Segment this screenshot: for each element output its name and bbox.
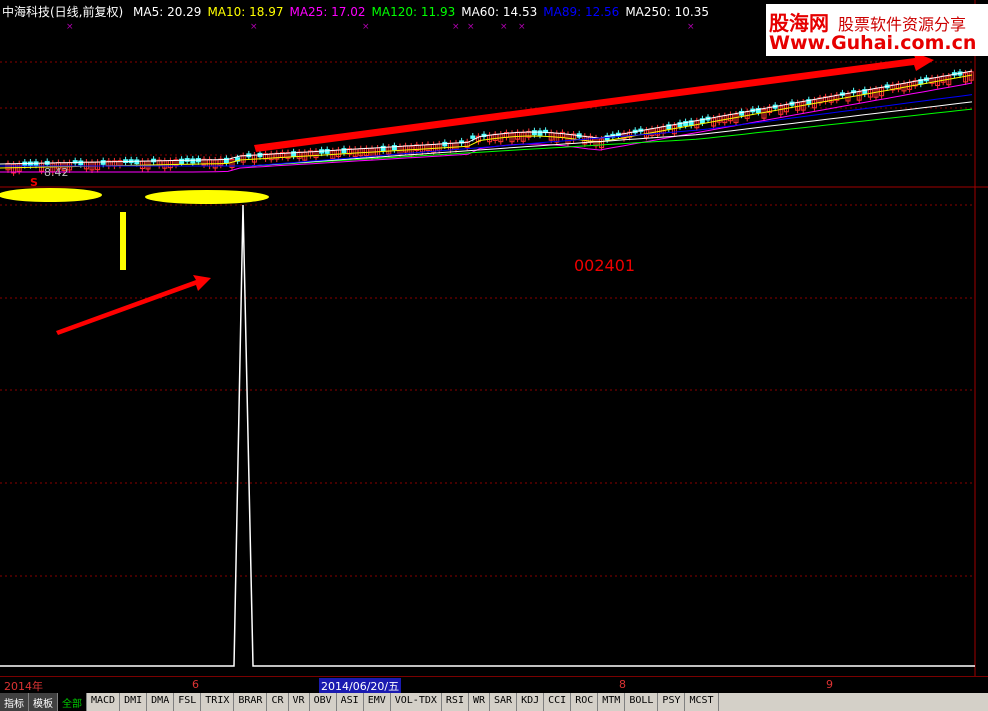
tab-mcst[interactable]: MCST: [685, 693, 719, 711]
tab-rsi[interactable]: RSI: [441, 693, 469, 711]
top-marker: ×: [362, 22, 370, 32]
date-label-month-9: 9: [826, 678, 833, 691]
indicator-panel: [0, 204, 975, 667]
tab-dmi[interactable]: DMI: [120, 693, 148, 711]
ma-item: MA89: 12.56: [543, 5, 620, 19]
guhai-logo: 股海网 股票软件资源分享 Www.Guhai.com.cn: [766, 4, 988, 56]
top-marker: ×: [250, 22, 258, 32]
tab-trix[interactable]: TRIX: [201, 693, 235, 711]
ma-legend-bar: 中海科技(日线,前复权) MA5: 20.29 MA10: 18.97 MA25: …: [2, 5, 721, 19]
top-marker: ×: [467, 22, 475, 32]
date-axis: 2014年 6 2014/06/20/五 8 9: [0, 676, 988, 694]
tab-kdj[interactable]: KDJ: [517, 693, 545, 711]
indicator-tab-bar: 指标 模板 全部 MACD DMI DMA FSL TRIX BRAR CR VR OBV ASI EMV…: [0, 693, 988, 711]
ma-item: MA250: 10.35: [625, 5, 709, 19]
tab-vol-tdx[interactable]: VOL-TDX: [390, 693, 442, 711]
tab-vr[interactable]: VR: [288, 693, 310, 711]
top-marker: ×: [66, 22, 74, 32]
indicator-spike-line: [0, 204, 975, 667]
date-label-cursor: 2014/06/20/五: [319, 678, 402, 694]
highlight-bar-vertical: [120, 212, 126, 270]
candle-body: [531, 130, 537, 136]
candle-body: [190, 158, 196, 164]
candle-body: [537, 130, 543, 136]
highlight-ellipse-left: [0, 188, 102, 202]
top-markers: × × × × × × × ×: [66, 22, 695, 32]
tab-emv[interactable]: EMV: [363, 693, 391, 711]
highlight-ellipse-center: [145, 190, 269, 204]
tab-cr[interactable]: CR: [267, 693, 289, 711]
tab-全部[interactable]: 全部: [58, 693, 87, 711]
ma-item: MA25: 17.02: [289, 5, 366, 19]
tab-dma[interactable]: DMA: [147, 693, 175, 711]
candle-body: [324, 149, 330, 154]
candlestick-series: [5, 68, 974, 176]
tab-sar[interactable]: SAR: [490, 693, 518, 711]
date-label-month-6: 6: [192, 678, 199, 691]
tab-obv[interactable]: OBV: [309, 693, 337, 711]
candle-body: [470, 135, 476, 139]
tab-psy[interactable]: PSY: [658, 693, 686, 711]
tab-wr[interactable]: WR: [468, 693, 491, 711]
date-label-year: 2014年: [4, 680, 43, 693]
top-marker: ×: [500, 22, 508, 32]
tab-asi[interactable]: ASI: [336, 693, 364, 711]
ma-item: MA120: 11.93: [371, 5, 456, 19]
stock-title: 中海科技(日线,前复权): [2, 5, 124, 19]
stock-code-label: 002401: [574, 256, 636, 275]
low-price-label: 8.42: [44, 166, 69, 179]
date-label-month-8: 8: [619, 678, 626, 691]
tab-fsl[interactable]: FSL: [174, 693, 202, 711]
annotations: [0, 52, 934, 335]
tab-macd[interactable]: MACD: [87, 693, 121, 711]
ma-item: MA5: 20.29: [133, 5, 202, 19]
tab-mtm[interactable]: MTM: [598, 693, 626, 711]
tab-cci[interactable]: CCI: [544, 693, 572, 711]
logo-url: Www.Guhai.com.cn: [769, 32, 977, 54]
ma-item: MA60: 14.53: [461, 5, 538, 19]
top-marker: ×: [452, 22, 460, 32]
red-arrow-indicator: [56, 275, 211, 335]
grid-lines: [0, 0, 988, 676]
ma-values: MA5: 20.29 MA10: 18.97 MA25: 17.02 MA120: 1…: [133, 5, 715, 19]
candle-body: [134, 159, 140, 165]
tab-模板[interactable]: 模板: [29, 693, 58, 711]
tab-boll[interactable]: BOLL: [625, 693, 659, 711]
tab-roc[interactable]: ROC: [571, 693, 599, 711]
ma-item: MA10: 18.97: [207, 5, 284, 19]
tab-brar[interactable]: BRAR: [234, 693, 268, 711]
top-marker: ×: [687, 22, 695, 32]
signal-mark: S: [30, 176, 38, 189]
stock-chart-canvas[interactable]: × × × × × × × ×: [0, 0, 988, 711]
top-marker: ×: [518, 22, 526, 32]
tab-指标[interactable]: 指标: [0, 693, 29, 711]
